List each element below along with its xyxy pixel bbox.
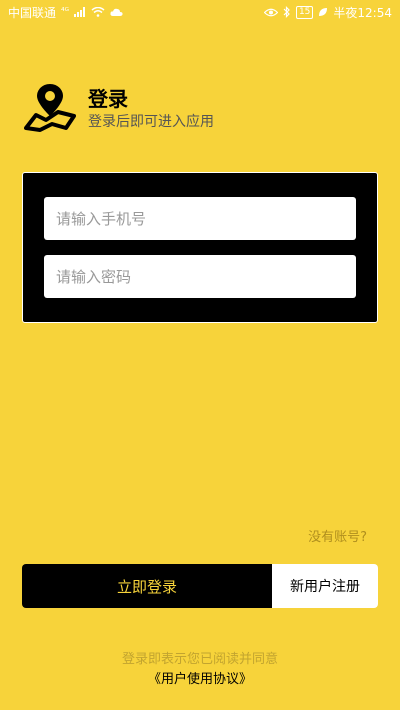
header-text: 登录 登录后即可进入应用 bbox=[88, 82, 214, 132]
login-header: 登录 登录后即可进入应用 bbox=[22, 82, 214, 132]
page-subtitle: 登录后即可进入应用 bbox=[88, 114, 214, 130]
wifi-icon bbox=[91, 7, 105, 17]
password-input[interactable] bbox=[44, 255, 356, 298]
bluetooth-icon bbox=[283, 6, 290, 18]
action-buttons: 立即登录 新用户注册 bbox=[22, 564, 378, 608]
login-form bbox=[22, 172, 378, 323]
battery-icon: 15 bbox=[295, 5, 314, 19]
cloud-icon bbox=[110, 8, 123, 16]
no-account-link[interactable]: 没有账号? bbox=[308, 526, 367, 545]
carrier-label: 中国联通 bbox=[8, 5, 57, 20]
network-type-label: ⁴ᴳ bbox=[61, 7, 70, 17]
eye-icon bbox=[263, 8, 278, 16]
agreement-text: 登录即表示您已阅读并同意 bbox=[121, 652, 278, 667]
status-bar: 中国联通 ⁴ᴳ 15 半夜12:54 bbox=[0, 0, 400, 24]
register-button[interactable]: 新用户注册 bbox=[272, 564, 378, 608]
page-title: 登录 bbox=[88, 87, 128, 111]
clock-label: 半夜12:54 bbox=[333, 5, 392, 20]
status-right: 15 半夜12:54 bbox=[263, 4, 392, 21]
agreement-link[interactable]: 《用户使用协议》 bbox=[0, 668, 400, 687]
signal-icon bbox=[74, 7, 86, 17]
leaf-icon bbox=[319, 8, 328, 16]
map-pin-icon bbox=[24, 84, 76, 132]
phone-input[interactable] bbox=[44, 197, 356, 240]
login-button[interactable]: 立即登录 bbox=[22, 564, 272, 608]
status-left: 中国联通 ⁴ᴳ bbox=[8, 4, 123, 21]
